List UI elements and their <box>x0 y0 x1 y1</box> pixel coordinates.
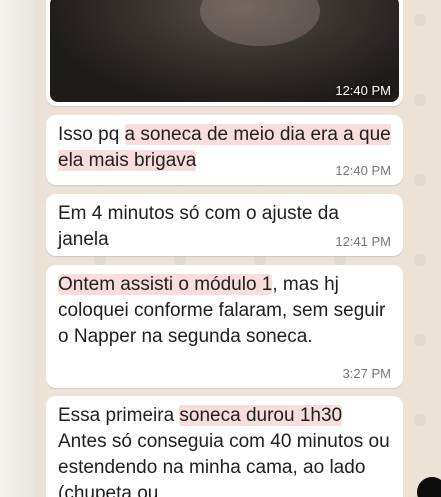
message-timestamp: 12:40 PM <box>335 83 391 98</box>
text-message-bubble[interactable]: Isso pq a soneca de meio dia era a que e… <box>46 115 403 185</box>
highlighted-text: Ontem assisti o módulo 1 <box>58 274 273 295</box>
left-panel-edge <box>0 0 34 497</box>
message-timestamp: 3:27 PM <box>342 366 391 381</box>
image-message-bubble[interactable]: 12:40 PM <box>46 0 403 106</box>
message-text: Ontem assisti o módulo 1, mas hj coloque… <box>58 274 386 347</box>
message-text: Em 4 minutos só com o ajuste da janela <box>58 203 339 250</box>
text-message-bubble[interactable]: Essa primeira soneca durou 1h30 Antes só… <box>46 396 403 497</box>
text-message-bubble[interactable]: Em 4 minutos só com o ajuste da janela 1… <box>46 194 403 256</box>
message-timestamp: 12:40 PM <box>335 163 391 178</box>
text-message-bubble[interactable]: Ontem assisti o módulo 1, mas hj coloque… <box>46 265 403 388</box>
message-text: Essa primeira soneca durou 1h30 Antes só… <box>58 405 390 497</box>
highlighted-text: soneca durou 1h30 <box>179 405 343 426</box>
message-timestamp: 12:41 PM <box>335 234 391 249</box>
